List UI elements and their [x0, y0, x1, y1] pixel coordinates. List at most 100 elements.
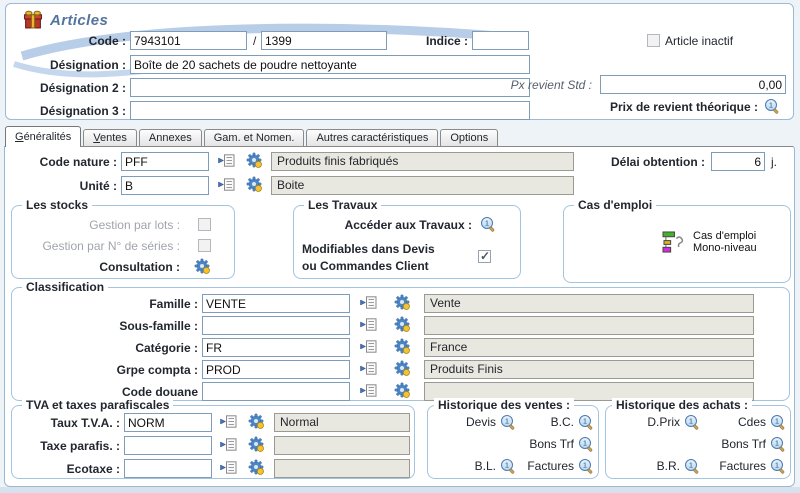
consultation-gear-icon[interactable]: [194, 258, 210, 274]
designation3-input[interactable]: [130, 101, 530, 120]
code-nature-gear-icon[interactable]: [246, 152, 262, 168]
factures-achats-history-item: Factures: [704, 458, 786, 474]
grpe-compta-input[interactable]: [202, 360, 350, 379]
cdes-loupe-icon[interactable]: [770, 414, 786, 430]
code-nature-list-picker-icon[interactable]: [218, 154, 235, 167]
indice-label: Indice :: [396, 34, 468, 48]
stocks-group-title: Les stocks: [22, 198, 92, 212]
code-nature-display: Produits finis fabriqués: [271, 152, 574, 171]
cas-emploi-group: Cas d'emploi Cas d'emploi Mono-niveau: [563, 205, 791, 283]
gift-icon: [22, 10, 44, 29]
dprix-history-item: D.Prix: [608, 414, 700, 430]
tab-options[interactable]: Options: [440, 129, 498, 146]
ecotaxe-gear-icon[interactable]: [248, 459, 264, 475]
modifiables-line1-label: Modifiables dans Devis: [302, 242, 435, 256]
tab-strip: Généralités Ventes Annexes Gam. et Nomen…: [5, 126, 500, 147]
code-input[interactable]: [130, 31, 247, 50]
cas-emploi-mono-niveau-button[interactable]: Cas d'emploi Mono-niveau: [662, 230, 757, 254]
devis-history-item: Devis: [430, 414, 516, 430]
delai-obtention-input[interactable]: [711, 152, 765, 171]
code-nature-input[interactable]: [121, 152, 209, 171]
tab-gam-et-nomen[interactable]: Gam. et Nomen.: [204, 129, 305, 146]
bl-label: B.L.: [475, 459, 496, 473]
taxe-parafis-gear-icon[interactable]: [248, 436, 264, 452]
taxe-parafis-input[interactable]: [124, 436, 212, 455]
cdes-label: Cdes: [738, 415, 766, 429]
designation2-label: Désignation 2 :: [24, 81, 126, 95]
categorie-list-picker-icon[interactable]: [360, 340, 377, 353]
taux-tva-gear-icon[interactable]: [248, 413, 264, 429]
famille-gear-icon[interactable]: [394, 294, 410, 310]
dprix-loupe-icon[interactable]: [684, 414, 700, 430]
unite-list-picker-icon[interactable]: [218, 178, 235, 191]
code-nature-label: Code nature :: [13, 155, 117, 169]
famille-input[interactable]: [202, 294, 350, 313]
bc-label: B.C.: [551, 415, 574, 429]
factures-achats-label: Factures: [719, 459, 766, 473]
bl-loupe-icon[interactable]: [500, 458, 516, 474]
taxe-parafis-label: Taxe parafis. :: [14, 439, 120, 453]
grpe-compta-gear-icon[interactable]: [394, 360, 410, 376]
tab-ventes[interactable]: Ventes: [83, 129, 137, 146]
tab-annexes[interactable]: Annexes: [139, 129, 202, 146]
sous-famille-list-picker-icon[interactable]: [360, 318, 377, 331]
tva-group: TVA et taxes parafiscales Taux T.V.A. : …: [11, 405, 415, 479]
taux-tva-input[interactable]: [124, 413, 212, 432]
code-douane-list-picker-icon[interactable]: [360, 384, 377, 397]
prix-revient-theorique-loupe-icon[interactable]: [764, 98, 780, 114]
bc-loupe-icon[interactable]: [578, 414, 594, 430]
tab-generalites[interactable]: Généralités: [5, 126, 81, 147]
designation-input[interactable]: [130, 55, 530, 74]
code-douane-gear-icon[interactable]: [394, 382, 410, 398]
factures-ventes-label: Factures: [527, 459, 574, 473]
bons-trf-ventes-loupe-icon[interactable]: [578, 436, 594, 452]
taux-tva-list-picker-icon[interactable]: [220, 415, 237, 428]
classification-group-title: Classification: [22, 280, 108, 294]
devis-loupe-icon[interactable]: [500, 414, 516, 430]
gestion-lots-label: Gestion par lots :: [16, 218, 180, 232]
bons-trf-achats-loupe-icon[interactable]: [770, 436, 786, 452]
sous-famille-gear-icon[interactable]: [394, 316, 410, 332]
travaux-group-title: Les Travaux: [304, 198, 381, 212]
consultation-label: Consultation :: [16, 260, 180, 274]
px-revient-std-label: Px revient Std :: [406, 78, 592, 92]
article-inactif-label: Article inactif: [665, 34, 733, 48]
taux-tva-display: Normal: [274, 413, 410, 432]
famille-list-picker-icon[interactable]: [360, 296, 377, 309]
bottom-strip: [0, 487, 800, 493]
tab-autres-caracteristiques[interactable]: Autres caractéristiques: [306, 129, 438, 146]
unite-input[interactable]: [121, 176, 209, 195]
code-label: Code :: [30, 34, 126, 48]
unite-gear-icon[interactable]: [246, 176, 262, 192]
delai-obtention-label: Délai obtention :: [591, 155, 705, 169]
historique-ventes-group: Historique des ventes : Devis B.C. Bons …: [427, 405, 599, 479]
factures-ventes-loupe-icon[interactable]: [578, 458, 594, 474]
gestion-lots-checkbox: [198, 218, 211, 231]
categorie-input[interactable]: [202, 338, 350, 357]
taux-tva-label: Taux T.V.A. :: [14, 416, 120, 430]
article-inactif-checkbox[interactable]: [647, 34, 660, 47]
prix-revient-theorique-label: Prix de revient théorique :: [516, 100, 758, 114]
code-suffix-input[interactable]: [261, 31, 387, 50]
categorie-gear-icon[interactable]: [394, 338, 410, 354]
historique-ventes-title: Historique des ventes :: [434, 398, 574, 412]
modifiables-checkbox[interactable]: [478, 250, 491, 263]
acceder-travaux-label: Accéder aux Travaux :: [304, 218, 472, 232]
factures-achats-loupe-icon[interactable]: [770, 458, 786, 474]
ecotaxe-list-picker-icon[interactable]: [220, 461, 237, 474]
grpe-compta-list-picker-icon[interactable]: [360, 362, 377, 375]
sous-famille-input[interactable]: [202, 316, 350, 335]
br-loupe-icon[interactable]: [684, 458, 700, 474]
bons-trf-ventes-history-item: Bons Trf: [518, 436, 594, 452]
dprix-label: D.Prix: [647, 415, 680, 429]
acceder-travaux-loupe-icon[interactable]: [480, 216, 496, 232]
cdes-history-item: Cdes: [704, 414, 786, 430]
ecotaxe-input[interactable]: [124, 459, 212, 478]
code-douane-input[interactable]: [202, 382, 350, 401]
indice-input[interactable]: [472, 31, 529, 50]
px-revient-std-input[interactable]: [600, 75, 786, 94]
br-history-item: B.R.: [608, 458, 700, 474]
stocks-group: Les stocks Gestion par lots : Gestion pa…: [11, 205, 235, 279]
taxe-parafis-list-picker-icon[interactable]: [220, 438, 237, 451]
categorie-label: Catégorie :: [16, 341, 198, 355]
